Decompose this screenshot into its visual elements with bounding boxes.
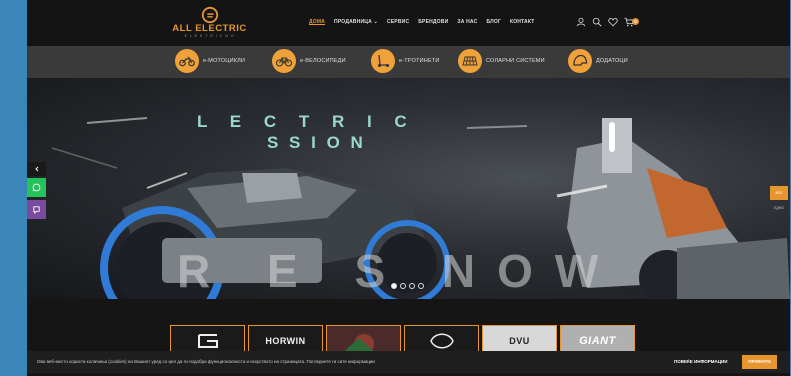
hero-slider[interactable]: L E C T R I C S S I O N R E S NOW [27,78,790,299]
nav-item-contact[interactable]: КОНТАКТ [510,19,535,25]
brand-name: DVU [509,336,530,346]
cart-button[interactable]: 0 [624,17,639,27]
whatsapp-button[interactable] [27,178,46,197]
category-label: е-МОТОЦИКЛИ [203,58,246,64]
brand-name: HORWIN [265,336,306,346]
site-header: ALL ELECTRIC E L E K T R I C N O ДОМА ПР… [27,0,790,46]
bicycle-icon [272,49,296,73]
solar-panel-icon [458,49,482,73]
cookie-accept-button[interactable]: ПРИФАТИ [742,355,777,369]
whatsapp-icon [32,183,41,192]
category-label: СОЛАРНИ СИСТЕМИ [486,58,545,64]
hero-headline: R E S NOW [177,245,621,297]
header-actions: 0 [576,17,639,27]
nav-item-shop[interactable]: ПРОДАВНИЦА ⌄ [334,19,378,25]
slider-dot[interactable] [409,283,415,289]
brand-logo-icon [429,333,454,349]
nav-item-about[interactable]: ЗА НАС [457,19,477,25]
collapse-social-button[interactable] [27,162,46,176]
slider-pagination [391,283,424,289]
motorcycle-icon [175,49,199,73]
category-motorcycles[interactable]: е-МОТОЦИКЛИ [175,49,245,73]
category-label: е-ТРОТИНЕТИ [399,58,440,64]
heart-icon[interactable] [608,17,618,27]
category-bicycles[interactable]: е-ВЕЛОСИПЕДИ [272,49,346,73]
category-accessories[interactable]: ДОДАТОЦИ [568,49,628,73]
viber-button[interactable] [27,200,46,219]
category-solar[interactable]: СОЛАРНИ СИСТЕМИ [458,49,545,73]
helmet-icon [568,49,592,73]
cart-count-badge: 0 [632,18,639,25]
slider-dot[interactable] [418,283,424,289]
nav-item-blog[interactable]: БЛОГ [486,19,501,25]
cookie-more-info-link[interactable]: ПОВЕЌЕ ИНФОРМАЦИИ [674,359,728,364]
slider-dot[interactable] [391,283,397,289]
viber-icon [33,206,40,214]
hero-tagline-line2: S S I O N [267,133,366,152]
nav-item-service[interactable]: СЕРВИС [387,19,409,25]
cookie-text: Ова веб-место користи колачиња (cookies)… [37,359,375,364]
cookie-banner: Ова веб-место користи колачиња (cookies)… [27,351,790,373]
scooter-icon [371,49,395,73]
brand-name: GIANT [579,335,616,347]
site-logo[interactable]: ALL ELECTRIC E L E K T R I C N O [172,6,247,40]
brand-logo-icon [197,334,218,348]
logo-subtext: E L E K T R I C N O [184,34,235,38]
main-nav: ДОМА ПРОДАВНИЦА ⌄ СЕРВИС БРЕНДОВИ ЗА НАС… [309,19,535,25]
category-label: е-ВЕЛОСИПЕДИ [300,58,346,64]
search-icon[interactable] [592,17,602,27]
arrow-left-icon [34,166,38,172]
user-icon[interactable] [576,17,586,27]
category-bar: е-МОТОЦИКЛИ е-ВЕЛОСИПЕДИ е-ТРОТИНЕТИ СОЛ… [27,46,790,78]
slider-dot[interactable] [400,283,406,289]
category-scooters[interactable]: е-ТРОТИНЕТИ [371,49,440,73]
nav-item-brands[interactable]: БРЕНДОВИ [418,19,448,25]
category-label: ДОДАТОЦИ [596,58,628,64]
side-widget-text: ЕДНО [774,206,784,210]
side-widget-button[interactable]: ВСЕ [770,186,788,200]
logo-text: ALL ELECTRIC [172,23,247,34]
hero-tagline-line1: L E C T R I C [197,112,416,131]
browser-viewport: ALL ELECTRIC E L E K T R I C N O ДОМА ПР… [27,0,790,376]
nav-item-home[interactable]: ДОМА [309,19,325,25]
logo-mark-icon [201,6,218,24]
